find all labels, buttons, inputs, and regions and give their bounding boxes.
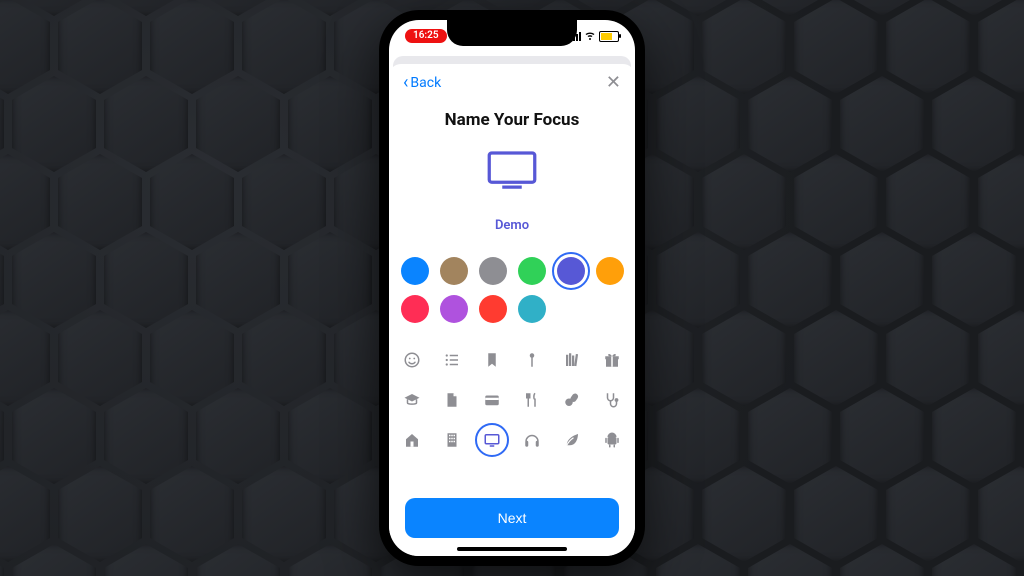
icon-picker [389,347,635,461]
color-swatch-brown[interactable] [440,257,468,285]
color-swatch-gray[interactable] [479,257,507,285]
phone-screen: 16:25 ‹ Back ✕ Name Your Focus [389,20,635,556]
icon-option-android[interactable] [599,427,625,453]
color-swatch-orange[interactable] [596,257,624,285]
phone-frame: 16:25 ‹ Back ✕ Name Your Focus [379,10,645,566]
focus-name-input[interactable]: Demo [389,218,635,233]
icon-option-bookmark[interactable] [479,347,505,373]
icon-option-display[interactable] [479,427,505,453]
icon-option-leaf[interactable] [559,427,585,453]
back-button[interactable]: ‹ Back [403,74,441,92]
icon-option-building[interactable] [439,427,465,453]
icon-option-house[interactable] [399,427,425,453]
color-swatch-green[interactable] [518,257,546,285]
icon-option-books[interactable] [559,347,585,373]
close-button[interactable]: ✕ [606,74,621,92]
color-swatch-red[interactable] [479,295,507,323]
color-swatch-purple[interactable] [440,295,468,323]
icon-option-stethoscope[interactable] [599,387,625,413]
icon-option-pills[interactable] [559,387,585,413]
icon-option-fork-knife[interactable] [519,387,545,413]
battery-icon [599,31,619,42]
status-time: 16:25 [405,29,447,43]
chevron-left-icon: ‹ [403,74,408,92]
selected-icon-preview [389,148,635,192]
icon-option-gift[interactable] [599,347,625,373]
signal-icon [570,32,581,41]
color-swatch-blue[interactable] [401,257,429,285]
icon-option-credit-card[interactable] [479,387,505,413]
color-picker [389,257,635,323]
wifi-icon [584,29,596,44]
color-swatch-teal[interactable] [518,295,546,323]
icon-option-list[interactable] [439,347,465,373]
color-swatch-indigo[interactable] [557,257,585,285]
icon-option-pin[interactable] [519,347,545,373]
next-button[interactable]: Next [405,498,619,538]
modal-sheet: ‹ Back ✕ Name Your Focus Demo Next [389,64,635,556]
home-indicator[interactable] [457,547,567,551]
sheet-nav: ‹ Back ✕ [389,64,635,96]
icon-option-graduation-cap[interactable] [399,387,425,413]
color-swatch-pink[interactable] [401,295,429,323]
icon-option-document[interactable] [439,387,465,413]
status-bar: 16:25 [389,24,635,48]
icon-option-headphones[interactable] [519,427,545,453]
icon-option-smiley[interactable] [399,347,425,373]
back-label: Back [410,75,441,91]
page-title: Name Your Focus [389,110,635,130]
